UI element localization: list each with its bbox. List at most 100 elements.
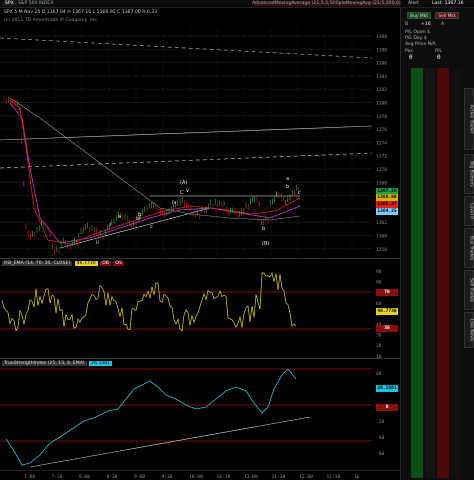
rsi-tick-label: 20 xyxy=(376,343,382,349)
ask-column[interactable] xyxy=(437,68,449,478)
bid-label: B xyxy=(405,22,409,27)
time-label: 10:30 xyxy=(217,474,231,480)
price-tick-label: 1374 xyxy=(376,140,387,146)
wave-label: v xyxy=(186,188,189,194)
sell-market-button[interactable]: Sell Mkt xyxy=(435,12,459,19)
time-label: 9:30 xyxy=(162,474,173,480)
rsi-value-tag: 46.7730 xyxy=(376,308,398,315)
wave-label: b xyxy=(262,226,265,232)
wave-label: b xyxy=(286,184,289,190)
tsi-title[interactable]: TrueStrengthIndex (25, 13, 8, EMA) xyxy=(2,361,87,366)
price-chart-panel[interactable]: SPX 5 M Nov 25 D 1367.04 H 1367.16 L 136… xyxy=(0,8,400,258)
wave-label: a xyxy=(286,176,289,182)
time-label: 11:30 xyxy=(272,474,286,480)
rsi-ob-badge: OB xyxy=(100,261,111,266)
ma-200-line xyxy=(0,125,373,141)
tsi-tick-label: 40 xyxy=(376,371,382,377)
study-tag-1[interactable]: AdvancedMovingAverage (21,5,3,300) xyxy=(252,1,341,6)
price-tick-label: 1376 xyxy=(376,127,387,133)
symbol-field[interactable]: SPX xyxy=(2,1,17,6)
time-label: 8:30 xyxy=(107,474,118,480)
rsi-os-tag: 30 xyxy=(376,325,398,332)
wave-label: c xyxy=(298,190,301,196)
time-label: 12:00 xyxy=(299,474,313,480)
time-label: 8:00 xyxy=(79,474,90,480)
wave-label: i xyxy=(110,222,111,228)
ask-label: A xyxy=(441,22,445,27)
tsi-value-badge: 26.1561 xyxy=(89,361,113,366)
bid-column[interactable] xyxy=(411,68,423,478)
tsi-tick-label: -60 xyxy=(376,451,385,457)
time-axis: 7:00 7:30 8:00 8:30 9:00 9:30 10:00 10:30 11:00 1… xyxy=(0,470,400,480)
volume-column xyxy=(451,68,461,478)
position-value: 0 xyxy=(409,54,413,61)
rsi-chart[interactable]: 908070605040302010 xyxy=(0,259,400,359)
time-label: 9:00 xyxy=(134,474,145,480)
price-tick-label: 1380 xyxy=(376,101,387,107)
tab-live-news[interactable]: Live News xyxy=(464,312,474,348)
tab-active-trader[interactable]: Active Trader xyxy=(464,88,474,150)
price-tag: 1364.25 xyxy=(376,208,398,215)
wave-label: (B) xyxy=(262,241,269,247)
price-tick-label: 1360 xyxy=(376,234,387,240)
wave-label: a xyxy=(118,214,121,220)
alert-button[interactable]: Alert xyxy=(408,1,419,6)
tsi-tick-label: -20 xyxy=(376,419,385,425)
buy-market-button[interactable]: Buy Mkt xyxy=(407,12,431,19)
price-tick-label: 1362 xyxy=(376,220,387,226)
tsi-trendline xyxy=(29,416,311,468)
rsi-tick-label: 60 xyxy=(376,301,382,307)
price-chart[interactable]: 1390 1388 1386 1384 1382 1380 1378 1376 1374 1372… xyxy=(0,8,400,258)
chart-toolbar: SPX S&P 500 INDEX AdvancedMovingAverage … xyxy=(0,0,474,8)
rsi-tick-label: 90 xyxy=(376,269,382,275)
time-label: 11:00 xyxy=(244,474,258,480)
price-tick-label: 1388 xyxy=(376,47,387,53)
price-tick-label: 1368 xyxy=(376,180,387,186)
avg-price-label: Avg Price N/A xyxy=(405,42,436,47)
rsi-line xyxy=(1,271,297,332)
wave-label: C xyxy=(180,190,184,196)
price-tick-label: 1372 xyxy=(376,154,387,160)
time-label: 7:30 xyxy=(52,474,63,480)
price-tick-label: 1390 xyxy=(376,34,387,40)
tsi-value-tag: 26.1561 xyxy=(376,385,398,392)
tsi-line xyxy=(5,368,297,466)
price-tag: 1365.37 xyxy=(376,201,398,208)
side-tabs: Active Trader Big Buttons Level II Buy T… xyxy=(464,28,474,478)
active-trader-panel: Buy Mkt Sell Mkt B +16 A P/L Open $ P/L … xyxy=(400,8,474,480)
price-tick-label: 1358 xyxy=(376,247,387,253)
rsi-header: RSI_EMA (14, 70, 30, CLOSE) 46.7730 OB O… xyxy=(2,261,125,266)
price-tick-label: 1382 xyxy=(376,87,387,93)
rsi-tick-label: 30 xyxy=(376,333,382,339)
wave-label: iv xyxy=(172,200,176,206)
tsi-header: TrueStrengthIndex (25, 13, 8, EMA) 26.15… xyxy=(2,361,113,366)
symbol-description: S&P 500 INDEX xyxy=(18,1,54,6)
tsi-study-panel[interactable]: 40200-20-40-60 TrueStrengthIndex (25, 13… xyxy=(0,358,400,470)
price-column xyxy=(425,68,435,478)
study-tag-2[interactable]: SimpleMovingAvg (21,5,200,0) xyxy=(330,1,401,6)
time-label: 12:30 xyxy=(327,474,341,480)
price-tick-label: 1370 xyxy=(376,167,387,173)
time-label: 1p xyxy=(354,474,360,480)
wave-label: (A) xyxy=(180,180,187,186)
wave-label: c xyxy=(150,224,153,230)
rsi-ob-tag: 70 xyxy=(376,289,398,296)
rsi-os-badge: OS xyxy=(113,261,124,266)
wave-label: ii xyxy=(96,240,99,246)
pl-open-label: P/L Open $ xyxy=(405,30,430,35)
price-tag: 1366.80 xyxy=(376,194,398,201)
wave-label: i xyxy=(276,192,277,198)
price-tick-label: 1386 xyxy=(376,61,387,67)
tsi-zero-tag: 0 xyxy=(376,404,398,411)
time-label: 7:00 xyxy=(24,474,35,480)
price-tick-label: 1384 xyxy=(376,74,387,80)
last-price-readout: Last: 1367.16 xyxy=(432,1,464,6)
rsi-value-badge: 46.7730 xyxy=(74,261,98,266)
tsi-tick-label: -40 xyxy=(376,435,385,441)
rsi-title[interactable]: RSI_EMA (14, 70, 30, CLOSE) xyxy=(2,261,73,266)
pl-day-label: P/L Day $ xyxy=(405,36,427,41)
tsi-chart[interactable]: 40200-20-40-60 xyxy=(0,359,400,471)
rsi-study-panel[interactable]: 908070605040302010 RSI_EMA (14, 70, 30, … xyxy=(0,258,400,359)
quantity-field[interactable]: +16 xyxy=(421,22,431,27)
rsi-tick-label: 80 xyxy=(376,280,382,286)
